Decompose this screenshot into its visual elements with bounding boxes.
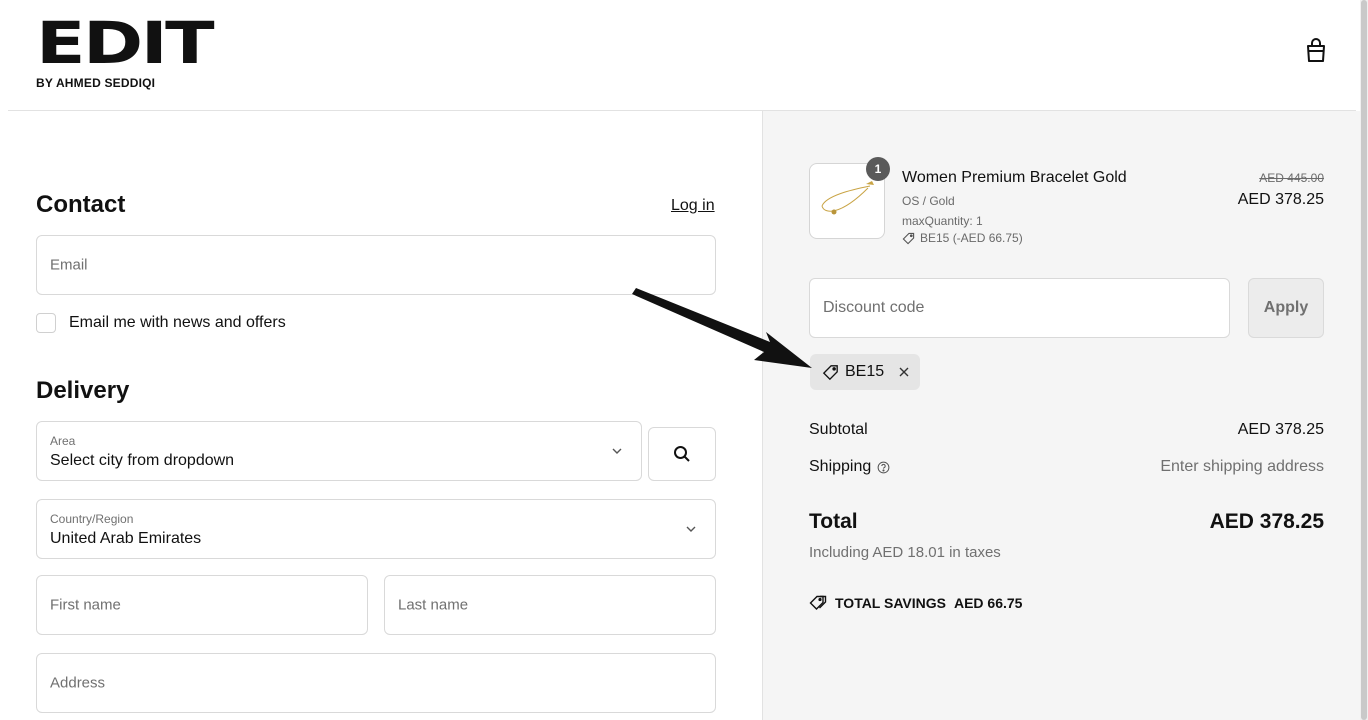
newsletter-row[interactable]: Email me with news and offers bbox=[36, 313, 286, 333]
applied-code-text: BE15 bbox=[845, 363, 885, 380]
product-max-quantity: maxQuantity: 1 bbox=[902, 214, 983, 228]
email-placeholder: Email bbox=[50, 256, 88, 274]
original-price: AED 445.00 bbox=[1259, 171, 1324, 185]
email-field[interactable]: Email bbox=[36, 235, 716, 295]
last-name-placeholder: Last name bbox=[398, 596, 469, 614]
chevron-down-icon bbox=[686, 526, 696, 532]
shipping-row: Shipping bbox=[809, 458, 890, 476]
area-label: Area bbox=[50, 434, 76, 448]
chevron-down-icon bbox=[612, 448, 622, 454]
newsletter-checkbox[interactable] bbox=[36, 313, 56, 333]
first-name-placeholder: First name bbox=[50, 596, 121, 614]
product-name: Women Premium Bracelet Gold bbox=[902, 169, 1127, 186]
checkout-form: Contact Log in Email Email me with news … bbox=[0, 111, 762, 720]
taxes-note: Including AED 18.01 in taxes bbox=[809, 544, 1001, 561]
cart-button[interactable] bbox=[1304, 36, 1328, 64]
total-value: AED 378.25 bbox=[1209, 510, 1324, 533]
country-label: Country/Region bbox=[50, 512, 134, 526]
subtotal-label: Subtotal bbox=[809, 421, 868, 438]
quantity-badge: 1 bbox=[866, 157, 890, 181]
discount-code-placeholder: Discount code bbox=[823, 299, 925, 316]
newsletter-label: Email me with news and offers bbox=[69, 314, 286, 331]
logo-wordmark: EDIT bbox=[36, 9, 215, 77]
shopping-bag-icon bbox=[1307, 38, 1325, 62]
product-variant: OS / Gold bbox=[902, 194, 955, 208]
product-discount-text: BE15 (-AED 66.75) bbox=[920, 231, 1023, 245]
applied-code-chip: BE15 bbox=[810, 354, 920, 390]
logo-subtitle: BY AHMED SEDDIQI bbox=[36, 76, 156, 90]
address-placeholder: Address bbox=[50, 674, 106, 692]
total-savings: TOTAL SAVINGS AED 66.75 bbox=[809, 595, 1022, 611]
current-price: AED 378.25 bbox=[1237, 191, 1324, 208]
product-discount: BE15 (-AED 66.75) bbox=[902, 231, 1023, 245]
contact-heading: Contact bbox=[36, 191, 126, 218]
shipping-label: Shipping bbox=[809, 458, 872, 475]
help-icon[interactable] bbox=[877, 461, 890, 474]
brand-logo[interactable]: EDIT BY AHMED SEDDIQI bbox=[36, 14, 215, 90]
savings-value: AED 66.75 bbox=[953, 595, 1023, 611]
tag-icon bbox=[902, 232, 915, 244]
area-search-button[interactable] bbox=[648, 427, 716, 481]
discount-code-input[interactable]: Discount code bbox=[809, 278, 1230, 338]
savings-label: TOTAL SAVINGS bbox=[835, 595, 946, 611]
area-select[interactable]: Area Select city from dropdown bbox=[36, 421, 642, 481]
scrollbar[interactable] bbox=[1360, 0, 1368, 720]
first-name-field[interactable]: First name bbox=[36, 575, 368, 635]
country-select[interactable]: Country/Region United Arab Emirates bbox=[36, 499, 716, 559]
last-name-field[interactable]: Last name bbox=[384, 575, 716, 635]
area-value: Select city from dropdown bbox=[50, 452, 235, 469]
apply-button[interactable]: Apply bbox=[1248, 278, 1324, 338]
address-field[interactable]: Address bbox=[36, 653, 716, 713]
tag-icon bbox=[809, 595, 827, 610]
scrollbar-thumb[interactable] bbox=[1361, 0, 1367, 720]
site-header: EDIT BY AHMED SEDDIQI bbox=[8, 0, 1356, 111]
remove-code-close-icon[interactable] bbox=[898, 366, 910, 378]
delivery-heading: Delivery bbox=[36, 377, 130, 404]
tag-icon bbox=[822, 364, 838, 380]
login-link[interactable]: Log in bbox=[671, 197, 715, 215]
order-summary: 1 Women Premium Bracelet Gold OS / Gold … bbox=[762, 111, 1360, 720]
country-value: United Arab Emirates bbox=[50, 530, 202, 547]
search-icon bbox=[674, 446, 690, 462]
shipping-value: Enter shipping address bbox=[1160, 458, 1324, 475]
subtotal-value: AED 378.25 bbox=[1237, 421, 1324, 438]
total-label: Total bbox=[809, 510, 858, 533]
